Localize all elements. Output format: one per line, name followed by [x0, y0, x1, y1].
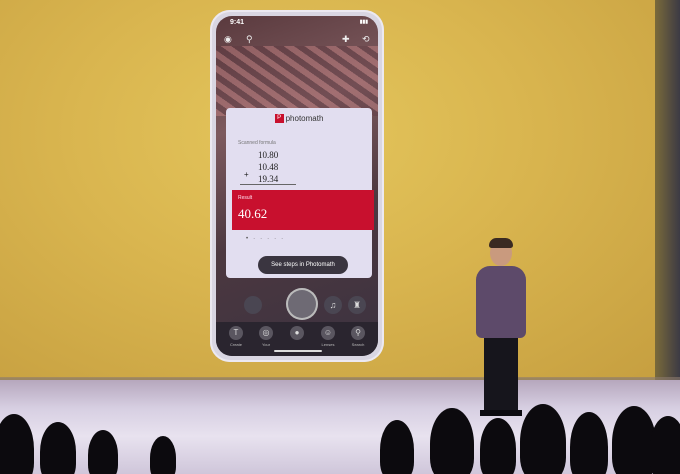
audience-head — [480, 418, 516, 474]
audience-head — [40, 422, 76, 474]
camera-toolbar: ◉ ⚲ ✚ ⟲ — [224, 34, 370, 48]
text-icon: T — [229, 326, 243, 340]
result-value: 40.62 — [238, 206, 268, 221]
nav-item-create[interactable]: T Create — [224, 326, 248, 347]
conference-stage-photo: 9:41 ▮▮▮ ◉ ⚲ ✚ ⟲ Pphotomath Scanned form… — [0, 0, 680, 474]
phone-screen: 9:41 ▮▮▮ ◉ ⚲ ✚ ⟲ Pphotomath Scanned form… — [216, 16, 378, 356]
nav-item-your[interactable]: ◎ Your — [254, 326, 278, 347]
camera-icon: ◎ — [259, 326, 273, 340]
plus-sign: + — [244, 170, 249, 179]
battery-icon: ▮▮▮ — [359, 19, 368, 25]
addend-2: 10.48 — [258, 162, 279, 172]
audience-head — [88, 430, 118, 474]
nav-label: Search — [351, 342, 365, 347]
addend-3: 19.34 — [258, 174, 279, 184]
audience-head — [150, 436, 176, 474]
app-brand: Pphotomath — [226, 114, 372, 124]
camera-background — [216, 46, 378, 116]
pagination-dots: • · · · · · — [246, 236, 284, 242]
nav-item-capture[interactable]: ● — [285, 326, 309, 342]
profile-icon[interactable]: ◉ — [224, 34, 232, 45]
audience-head — [650, 416, 680, 474]
projected-phone: 9:41 ▮▮▮ ◉ ⚲ ✚ ⟲ Pphotomath Scanned form… — [210, 10, 384, 362]
nav-item-search[interactable]: ⚲ Search — [346, 326, 370, 347]
app-name: photomath — [285, 114, 324, 123]
audience-head — [570, 412, 608, 474]
lens-icon: ☺ — [321, 326, 335, 340]
formula-label: Scanned formula — [238, 140, 276, 146]
nav-item-lenses[interactable]: ☺ Lenses — [316, 326, 340, 347]
nav-label: Create — [229, 342, 242, 347]
status-bar: 9:41 ▮▮▮ — [216, 16, 378, 30]
screen-edge — [655, 0, 680, 380]
presenter — [470, 238, 532, 418]
search-icon[interactable]: ⚲ — [246, 34, 253, 45]
status-time: 9:41 — [230, 19, 245, 26]
capture-icon: ● — [290, 326, 304, 340]
shutter-button[interactable] — [286, 288, 318, 320]
lens-cart-icon[interactable]: ♜ — [348, 296, 366, 314]
flip-camera-icon[interactable]: ⟲ — [362, 34, 370, 45]
audience-head — [430, 408, 474, 474]
audience-head — [520, 404, 566, 474]
result-panel: Result 40.62 — [232, 190, 374, 230]
search-icon: ⚲ — [351, 326, 365, 340]
lens-left[interactable] — [244, 296, 262, 314]
addend-1: 10.80 — [258, 150, 279, 160]
nav-label: Your — [261, 342, 271, 347]
audience-head — [0, 414, 34, 474]
sum-divider — [240, 184, 296, 185]
lens-music-icon[interactable]: ♫ — [324, 296, 342, 314]
see-steps-button[interactable]: See steps in Photomath — [258, 256, 348, 274]
home-indicator — [274, 350, 322, 352]
nav-label: Lenses — [321, 342, 335, 347]
presenter-torso — [476, 266, 526, 338]
audience-silhouettes — [0, 400, 680, 474]
photomath-result-card: Pphotomath Scanned formula 10.80 10.48 +… — [226, 108, 374, 278]
result-label: Result — [238, 195, 253, 201]
photomath-logo-icon: P — [274, 114, 284, 124]
audience-head — [380, 420, 414, 474]
add-friend-icon[interactable]: ✚ — [342, 34, 350, 45]
presenter-hair — [489, 238, 513, 248]
